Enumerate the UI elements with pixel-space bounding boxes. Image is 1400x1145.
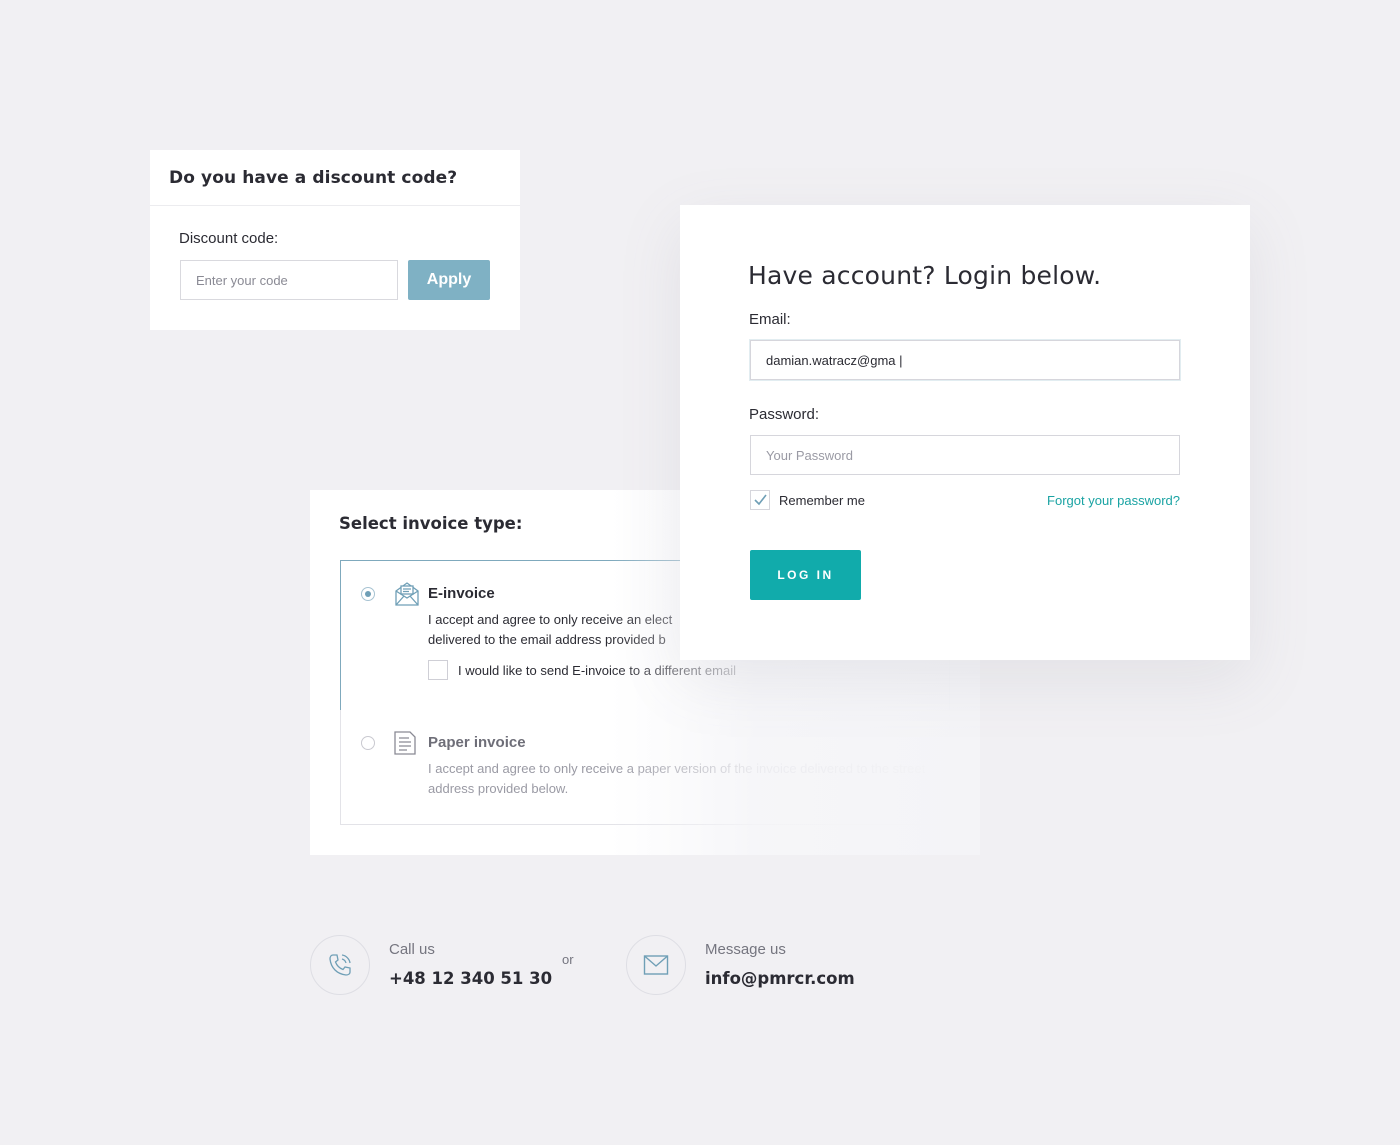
login-card: Have account? Login below. Email: damian… <box>680 205 1250 660</box>
discount-code-placeholder: Enter your code <box>196 272 288 288</box>
different-email-option[interactable]: I would like to send E-invoice to a diff… <box>428 660 736 680</box>
login-title: Have account? Login below. <box>748 261 1102 290</box>
check-icon <box>754 494 767 506</box>
password-placeholder: Your Password <box>766 447 853 463</box>
e-invoice-name: E-invoice <box>428 585 495 602</box>
apply-button[interactable]: Apply <box>408 260 490 300</box>
email-label: Email: <box>749 311 791 328</box>
mail-icon-circle[interactable] <box>626 935 686 995</box>
document-icon <box>394 731 420 757</box>
password-field[interactable]: Your Password <box>750 435 1180 475</box>
email-field[interactable]: damian.watracz@gma | <box>750 340 1180 380</box>
login-button[interactable]: LOG IN <box>750 550 861 600</box>
different-email-label: I would like to send E-invoice to a diff… <box>458 662 736 678</box>
paper-invoice-option[interactable]: Paper invoice I accept and agree to only… <box>340 710 950 825</box>
call-us-label: Call us <box>389 941 435 958</box>
discount-code-label: Discount code: <box>179 230 279 247</box>
discount-code-input[interactable]: Enter your code <box>180 260 398 300</box>
paper-invoice-name: Paper invoice <box>428 734 526 751</box>
paper-invoice-description: I accept and agree to only receive a pap… <box>428 761 926 796</box>
invoice-title: Select invoice type: <box>339 514 523 533</box>
email-value: damian.watracz@gma | <box>766 352 903 368</box>
or-separator: or <box>562 952 574 967</box>
forgot-password-link[interactable]: Forgot your password? <box>1047 493 1180 508</box>
phone-number[interactable]: +48 12 340 51 30 <box>389 969 552 988</box>
discount-card: Do you have a discount code? Discount co… <box>150 150 520 330</box>
message-us-label: Message us <box>705 941 786 958</box>
remember-me-checkbox[interactable] <box>750 490 770 510</box>
phone-icon <box>329 954 351 976</box>
mail-icon <box>643 955 669 975</box>
remember-me-label: Remember me <box>779 492 865 508</box>
email-address[interactable]: info@pmrcr.com <box>705 969 855 988</box>
envelope-open-icon <box>394 581 420 607</box>
e-invoice-radio[interactable] <box>361 587 375 601</box>
password-label: Password: <box>749 406 820 423</box>
discount-title: Do you have a discount code? <box>150 150 520 206</box>
paper-invoice-radio[interactable] <box>361 736 375 750</box>
different-email-checkbox[interactable] <box>428 660 448 680</box>
phone-icon-circle[interactable] <box>310 935 370 995</box>
remember-me-option[interactable]: Remember me <box>750 490 865 510</box>
